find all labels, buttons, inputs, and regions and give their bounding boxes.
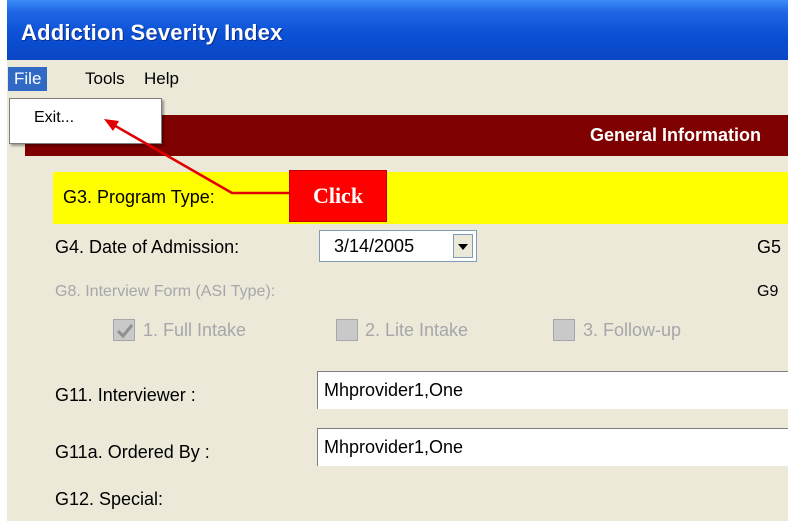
program-type-row[interactable]: G3. Program Type: xyxy=(53,172,788,224)
screenshot-frame: Addiction Severity Index File Tools Help… xyxy=(0,0,788,521)
window-title: Addiction Severity Index xyxy=(21,20,283,45)
menu-help[interactable]: Help xyxy=(138,67,185,91)
admission-date-value: 3/14/2005 xyxy=(334,236,415,256)
ordered-by-field[interactable]: Mhprovider1,One xyxy=(317,428,788,466)
menu-item-exit[interactable]: Exit... xyxy=(34,109,74,127)
interviewer-field[interactable]: Mhprovider1,One xyxy=(317,371,788,409)
menu-file[interactable]: File xyxy=(8,67,48,91)
lite-intake-checkbox[interactable] xyxy=(336,319,358,341)
ordered-by-label: G11a. Ordered By : xyxy=(55,442,210,462)
callout-text: Click xyxy=(312,183,364,208)
program-type-label: G3. Program Type: xyxy=(63,187,215,207)
title-bar[interactable]: Addiction Severity Index xyxy=(7,0,788,60)
app-window: Addiction Severity Index File Tools Help… xyxy=(7,0,788,521)
lite-intake-label: 2. Lite Intake xyxy=(365,320,469,340)
full-intake-checkbox[interactable] xyxy=(113,319,135,341)
menu-tools[interactable]: Tools xyxy=(79,67,131,91)
interviewer-value: Mhprovider1,One xyxy=(324,380,464,400)
g5-label: G5 xyxy=(757,237,782,257)
follow-up-checkbox[interactable] xyxy=(553,319,575,341)
date-dropdown-button[interactable] xyxy=(453,234,473,258)
section-title: General Information xyxy=(589,125,761,145)
g9-label: G9 xyxy=(757,283,779,300)
interview-form-label: G8. Interview Form (ASI Type): xyxy=(55,283,276,300)
file-menu-dropdown: Exit... xyxy=(9,98,162,144)
ordered-by-value: Mhprovider1,One xyxy=(324,437,464,457)
special-label: G12. Special: xyxy=(55,489,164,509)
admission-date-label: G4. Date of Admission: xyxy=(55,237,240,257)
menu-bar: File Tools Help xyxy=(7,60,788,94)
follow-up-label: 3. Follow-up xyxy=(583,320,682,340)
interviewer-label: G11. Interviewer : xyxy=(55,385,196,405)
checkmark-icon xyxy=(116,324,134,339)
click-callout: Click xyxy=(289,170,387,222)
admission-date-combo[interactable]: 3/14/2005 xyxy=(319,230,477,262)
full-intake-label: 1. Full Intake xyxy=(143,320,247,340)
chevron-down-icon xyxy=(458,244,468,250)
